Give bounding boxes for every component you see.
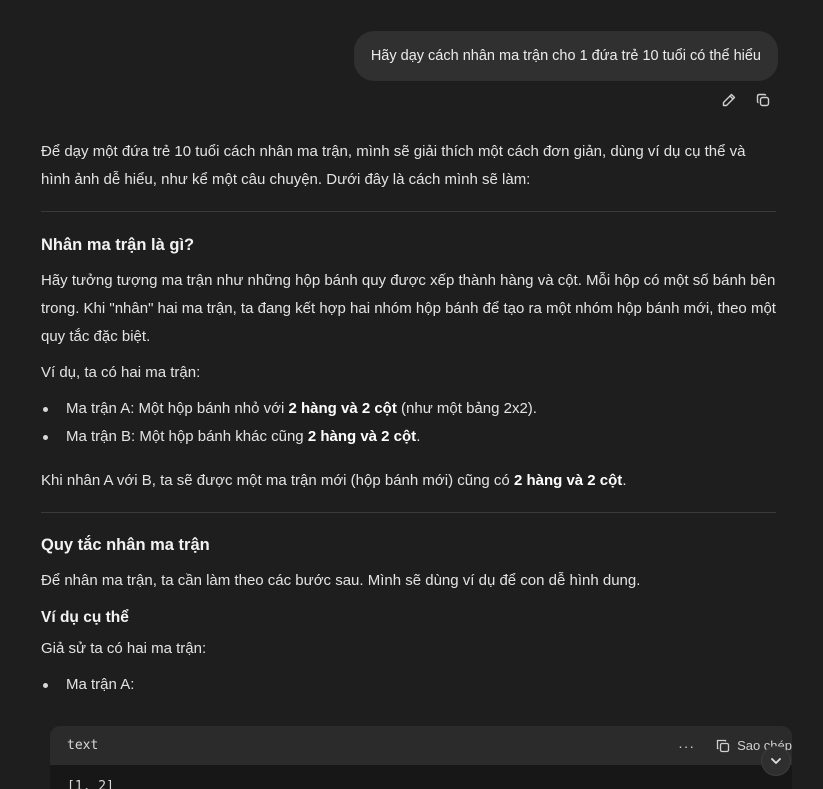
code-language-label: text bbox=[67, 738, 99, 753]
scroll-to-bottom-button[interactable] bbox=[761, 746, 791, 776]
section1-paragraph-2: Ví dụ, ta có hai ma trận: bbox=[41, 364, 201, 381]
section1-bullet-list: Ma trận A: Một hộp bánh nhỏ với 2 hàng v… bbox=[41, 395, 776, 451]
code-block-header: text ··· Sao chép bbox=[50, 726, 792, 765]
chevron-down-icon bbox=[771, 758, 781, 764]
more-options-icon[interactable]: ··· bbox=[678, 738, 695, 754]
edit-icon[interactable] bbox=[721, 92, 737, 108]
copy-icon[interactable] bbox=[755, 92, 771, 108]
divider bbox=[41, 211, 776, 212]
divider bbox=[41, 512, 776, 513]
code-block: text ··· Sao chép [1, 2] bbox=[50, 726, 792, 789]
answer-intro: Để dạy một đứa trẻ 10 tuổi cách nhân ma … bbox=[41, 143, 746, 188]
code-content: [1, 2] bbox=[67, 779, 114, 789]
section1-paragraph-1: Hãy tưởng tượng ma trận như những hộp bá… bbox=[41, 272, 776, 345]
section1-paragraph-3: Khi nhân A với B, ta sẽ được một ma trận… bbox=[41, 472, 627, 489]
copy-icon bbox=[716, 739, 730, 752]
list-item: Ma trận A: Một hộp bánh nhỏ với 2 hàng v… bbox=[41, 395, 776, 423]
section-heading-rules: Quy tắc nhân ma trận bbox=[41, 536, 210, 554]
section-heading-what-is: Nhân ma trận là gì? bbox=[41, 236, 195, 254]
user-message-actions bbox=[721, 92, 771, 108]
user-message-bubble: Hãy dạy cách nhân ma trận cho 1 đứa trẻ … bbox=[353, 31, 778, 81]
chat-page: Hãy dạy cách nhân ma trận cho 1 đứa trẻ … bbox=[0, 0, 823, 789]
list-item: Ma trận A: bbox=[41, 671, 776, 699]
section2-bullet-list: Ma trận A: bbox=[41, 671, 776, 699]
section2-paragraph-2: Giả sử ta có hai ma trận: bbox=[41, 640, 207, 657]
subheading-example: Ví dụ cụ thể bbox=[41, 609, 129, 626]
list-item: Ma trận B: Một hộp bánh khác cũng 2 hàng… bbox=[41, 423, 776, 451]
section2-paragraph-1: Để nhân ma trận, ta cần làm theo các bướ… bbox=[41, 572, 641, 589]
assistant-answer: Để dạy một đứa trẻ 10 tuổi cách nhân ma … bbox=[41, 138, 776, 699]
user-message-text: Hãy dạy cách nhân ma trận cho 1 đứa trẻ … bbox=[370, 48, 761, 64]
